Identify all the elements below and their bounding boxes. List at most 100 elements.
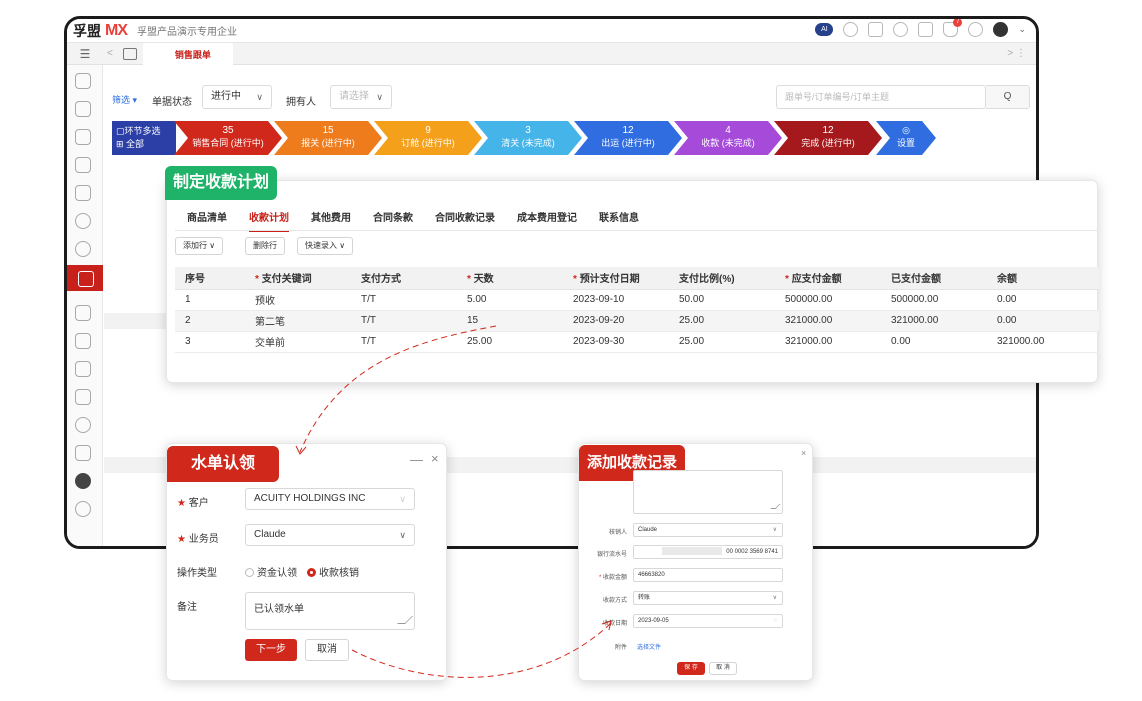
stage-settings[interactable]: ◎ 设置 xyxy=(876,121,936,155)
plan-tab[interactable]: 成本费用登记 xyxy=(517,209,577,232)
settings-nav-icon[interactable] xyxy=(75,501,91,517)
ai-assistant-icon[interactable]: AI xyxy=(815,23,834,36)
cancel-button[interactable]: 取消 xyxy=(305,639,349,661)
table-cell[interactable]: 321000.00 xyxy=(881,310,987,332)
resize-handle-icon[interactable] xyxy=(397,616,413,624)
multi-stage-toggle[interactable]: ▢环节多选 xyxy=(116,125,176,138)
table-cell[interactable]: 321000.00 xyxy=(775,331,881,353)
table-cell[interactable]: 0.00 xyxy=(987,310,1099,332)
table-cell[interactable]: 2023-09-20 xyxy=(563,310,669,332)
truck-nav-icon[interactable] xyxy=(75,333,91,349)
search-button[interactable]: Q xyxy=(986,85,1030,109)
plan-tab[interactable]: 收款计划 xyxy=(249,209,289,232)
table-cell[interactable]: 500000.00 xyxy=(775,289,881,311)
stage-step[interactable]: 12 完成 (进行中) xyxy=(774,121,882,155)
save-button[interactable]: 保 存 xyxy=(677,662,705,675)
stage-step[interactable]: 4 收款 (未完成) xyxy=(674,121,782,155)
table-cell[interactable]: 5.00 xyxy=(457,289,563,311)
menu-toggle-icon[interactable]: ☰ xyxy=(67,47,103,61)
table-cell[interactable]: 25.00 xyxy=(669,310,775,332)
headset-icon[interactable] xyxy=(843,22,859,37)
plan-tab[interactable]: 合同条款 xyxy=(373,209,413,232)
table-cell[interactable]: 50.00 xyxy=(669,289,775,311)
table-cell[interactable]: 2023-09-30 xyxy=(563,331,669,353)
all-stages[interactable]: ⊞ 全部 xyxy=(116,138,176,151)
column-header[interactable]: * 应支付金额 xyxy=(775,267,881,290)
files-nav-icon[interactable] xyxy=(75,389,91,405)
resize-handle-icon[interactable] xyxy=(770,504,781,509)
method-select[interactable]: 转账 ∨ xyxy=(633,591,783,605)
table-cell[interactable]: 25.00 xyxy=(669,331,775,353)
stage-step[interactable]: 3 清关 (未完成) xyxy=(474,121,582,155)
quick-entry-button[interactable]: 快速录入 ∨ xyxy=(297,237,354,255)
chat-nav-icon[interactable] xyxy=(75,473,91,489)
remark-textarea[interactable] xyxy=(633,470,783,514)
table-row[interactable]: 2 第二笔 T/T 15 2023-09-20 25.00 321000.00 321000.… xyxy=(175,310,1099,332)
stage-step[interactable]: 15 报关 (进行中) xyxy=(274,121,382,155)
table-cell[interactable]: 0.00 xyxy=(987,289,1099,311)
tab-sales-follow[interactable]: 销售跟单 xyxy=(142,42,233,65)
monitor-nav-icon[interactable] xyxy=(75,445,91,461)
customer-select[interactable]: ACUITY HOLDINGS INC ∨ xyxy=(245,488,415,510)
table-cell[interactable]: 500000.00 xyxy=(881,289,987,311)
chart-nav-icon[interactable] xyxy=(75,361,91,377)
compass-nav-icon[interactable] xyxy=(75,213,91,229)
column-header[interactable]: 支付方式 xyxy=(351,267,457,290)
table-cell[interactable]: 25.00 xyxy=(457,331,563,353)
column-header[interactable]: 余额 xyxy=(987,267,1099,290)
brand-logo[interactable]: 孚盟 MX xyxy=(73,21,128,41)
add-row-button[interactable]: 添加行 ∨ xyxy=(175,237,224,255)
mail-nav-icon[interactable] xyxy=(75,157,91,173)
stage-all[interactable]: ▢环节多选 ⊞ 全部 xyxy=(112,121,176,155)
plan-tab[interactable]: 合同收款记录 xyxy=(435,209,495,232)
bag-nav-icon[interactable] xyxy=(75,417,91,433)
date-input[interactable]: 2023-09-05 ○ xyxy=(633,614,783,628)
table-cell[interactable]: 0.00 xyxy=(881,331,987,353)
filter-toggle[interactable]: 筛选 ▾ xyxy=(112,93,137,106)
table-cell[interactable]: 2023-09-10 xyxy=(563,289,669,311)
org-nav-icon[interactable] xyxy=(75,129,91,145)
user-avatar[interactable] xyxy=(993,22,1009,37)
bell-icon[interactable]: 7 xyxy=(943,19,963,37)
radio-receipt-writeoff[interactable]: 收款核销 xyxy=(307,564,359,579)
choose-file-link[interactable]: 选择文件 xyxy=(637,642,661,651)
plan-tab[interactable]: 其他费用 xyxy=(311,209,351,232)
tab-prev-icon[interactable]: < xyxy=(107,48,113,59)
minimize-icon[interactable]: — xyxy=(410,452,423,467)
table-cell[interactable]: 15 xyxy=(457,310,563,332)
table-cell[interactable]: 交单前 xyxy=(245,331,351,353)
lock-nav-icon[interactable] xyxy=(75,185,91,201)
help-icon[interactable] xyxy=(968,22,984,37)
radio-fund-claim[interactable]: 资金认领 xyxy=(245,564,297,579)
cancel-button[interactable]: 取 消 xyxy=(709,662,737,675)
stage-step[interactable]: 12 出运 (进行中) xyxy=(574,121,682,155)
search-input[interactable]: 跟单号/订单编号/订单主题 xyxy=(776,85,986,109)
table-row[interactable]: 1 预收 T/T 5.00 2023-09-10 50.00 500000.00 500000… xyxy=(175,289,1099,311)
note-textarea[interactable]: 已认领水单 xyxy=(245,592,415,630)
calendar-icon[interactable] xyxy=(918,22,934,37)
tab-more-icon[interactable]: > ⋮ xyxy=(1007,48,1026,59)
a-nav-icon[interactable] xyxy=(75,241,91,257)
table-cell[interactable]: 1 xyxy=(175,289,245,311)
table-row[interactable]: 3 交单前 T/T 25.00 2023-09-30 25.00 321000.00 0.00… xyxy=(175,331,1099,353)
next-step-button[interactable]: 下一步 xyxy=(245,639,297,661)
column-header[interactable]: * 预计支付日期 xyxy=(563,267,669,290)
whatsapp-icon[interactable] xyxy=(893,22,909,37)
verifier-select[interactable]: Claude ∨ xyxy=(633,523,783,537)
contacts-nav-icon[interactable] xyxy=(75,101,91,117)
sales-nav-icon[interactable] xyxy=(67,265,103,291)
bank-serial-input[interactable]: 00 0002 3569 8741 xyxy=(633,545,783,559)
table-cell[interactable]: 3 xyxy=(175,331,245,353)
table-cell[interactable]: T/T xyxy=(351,289,457,311)
column-header[interactable]: 序号 xyxy=(175,267,245,290)
home-icon[interactable] xyxy=(122,47,137,60)
plan-tab[interactable]: 联系信息 xyxy=(599,209,639,232)
table-cell[interactable]: 预收 xyxy=(245,289,351,311)
plan-tab[interactable]: 商品清单 xyxy=(187,209,227,232)
stage-step[interactable]: 9 订舱 (进行中) xyxy=(374,121,482,155)
stage-step[interactable]: 35 销售合同 (进行中) xyxy=(174,121,282,155)
table-cell[interactable]: 第二笔 xyxy=(245,310,351,332)
owner-select[interactable]: 请选择 ∨ xyxy=(330,85,392,109)
sales-select[interactable]: Claude ∨ xyxy=(245,524,415,546)
table-cell[interactable]: 321000.00 xyxy=(775,310,881,332)
